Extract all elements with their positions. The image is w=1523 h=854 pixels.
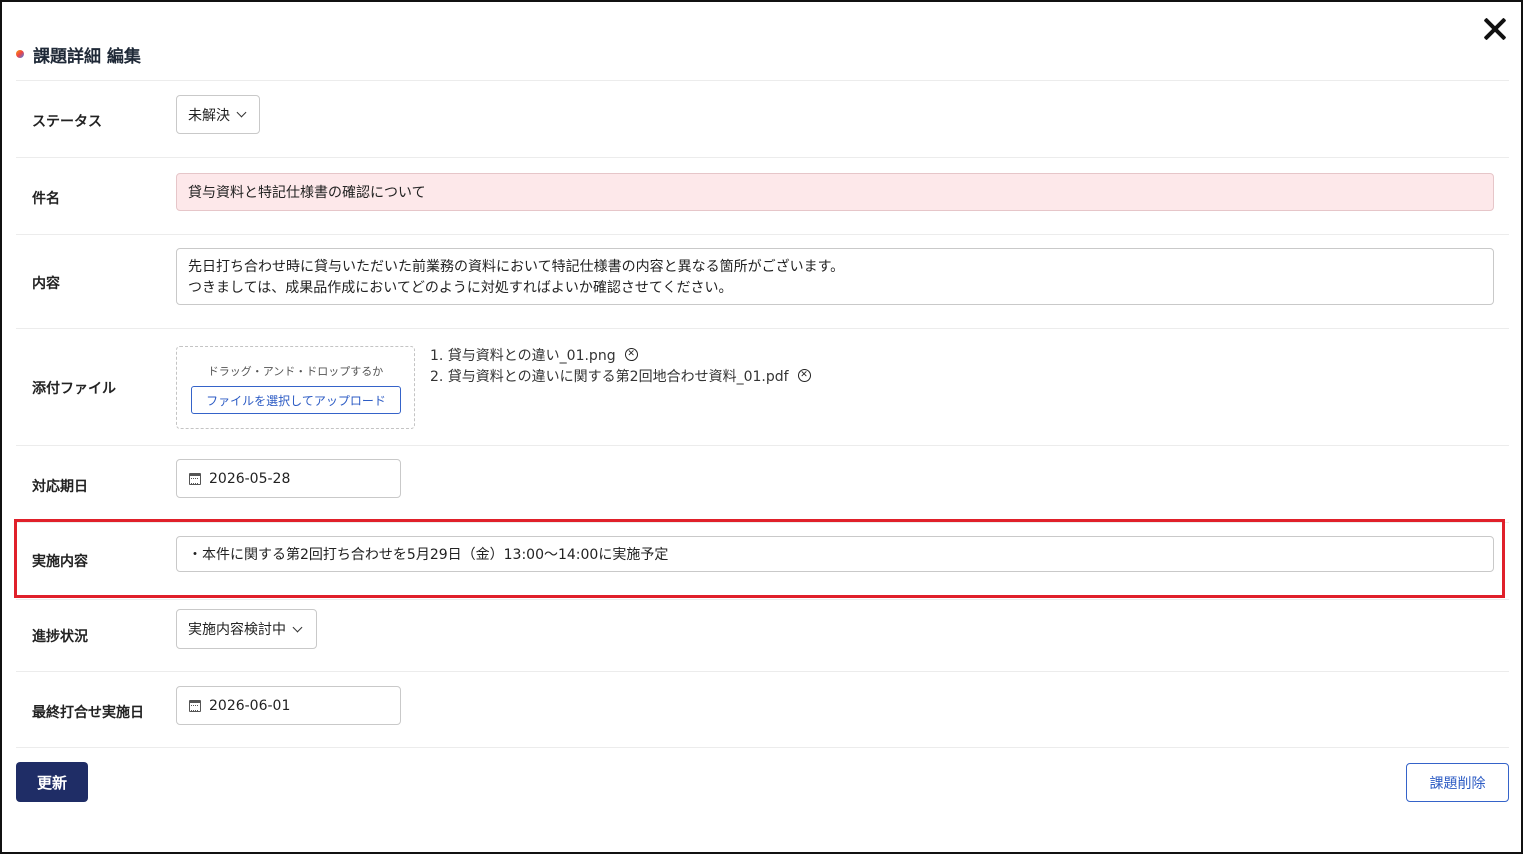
- remove-file-icon[interactable]: ✕: [797, 369, 811, 382]
- dialog-title-text: 課題詳細 編集: [33, 46, 141, 67]
- chevron-down-icon: [236, 107, 247, 118]
- file-dropzone[interactable]: ドラッグ・アンド・ドロップするか ファイルを選択してアップロード: [176, 346, 415, 429]
- content-textarea[interactable]: 先日打ち合わせ時に貸与いただいた前業務の資料において特記仕様書の内容と異なる箇所…: [176, 248, 1494, 305]
- upload-button[interactable]: ファイルを選択してアップロード: [191, 386, 401, 414]
- dialog: 課題詳細 編集 ステータス 未解決 件名 貸与資料と特記仕様書の確認について 内…: [0, 0, 1523, 854]
- progress-select[interactable]: 実施内容検討中: [176, 609, 317, 649]
- progress-label: 進捗状況: [32, 629, 88, 645]
- last-meeting-label: 最終打合せ実施日: [32, 705, 144, 721]
- due-date-label: 対応期日: [32, 479, 88, 495]
- delete-issue-button[interactable]: 課題削除: [1406, 763, 1509, 802]
- remove-file-icon[interactable]: ✕: [624, 348, 638, 361]
- highlight-box: [14, 519, 1505, 598]
- calendar-icon: [189, 472, 201, 485]
- subject-label: 件名: [32, 191, 60, 207]
- attachments-label: 添付ファイル: [32, 381, 116, 397]
- dialog-title: 課題詳細 編集: [16, 42, 141, 67]
- title-dot-icon: [16, 50, 24, 58]
- due-date-input[interactable]: 2026-05-28: [176, 459, 401, 498]
- subject-value: 貸与資料と特記仕様書の確認について: [188, 185, 426, 201]
- last-meeting-input[interactable]: 2026-06-01: [176, 686, 401, 725]
- content-line-2: つきましては、成果品作成においてどのように対処すればよいか確認させてください。: [188, 280, 733, 296]
- drop-hint: ドラッグ・アンド・ドロップするか: [207, 365, 384, 378]
- file-name[interactable]: 1. 貸与資料との違い_01.png: [430, 345, 616, 365]
- due-date-value: 2026-05-28: [209, 470, 291, 487]
- calendar-icon: [189, 699, 201, 712]
- update-button[interactable]: 更新: [16, 762, 88, 802]
- list-item: 1. 貸与資料との違い_01.png ✕: [430, 344, 811, 365]
- status-select[interactable]: 未解決: [176, 95, 260, 134]
- file-name[interactable]: 2. 貸与資料との違いに関する第2回地合わせ資料_01.pdf: [430, 366, 789, 386]
- content-line-1: 先日打ち合わせ時に貸与いただいた前業務の資料において特記仕様書の内容と異なる箇所…: [188, 259, 845, 275]
- subject-input[interactable]: 貸与資料と特記仕様書の確認について: [176, 173, 1494, 211]
- close-icon[interactable]: [1480, 14, 1510, 44]
- status-label: ステータス: [32, 114, 102, 130]
- content-label: 内容: [32, 276, 60, 292]
- attachment-list: 1. 貸与資料との違い_01.png ✕ 2. 貸与資料との違いに関する第2回地…: [430, 344, 811, 386]
- chevron-down-icon: [292, 622, 303, 632]
- last-meeting-value: 2026-06-01: [209, 697, 291, 714]
- progress-value: 実施内容検討中: [188, 622, 286, 638]
- status-value: 未解決: [188, 107, 230, 124]
- list-item: 2. 貸与資料との違いに関する第2回地合わせ資料_01.pdf ✕: [430, 365, 811, 386]
